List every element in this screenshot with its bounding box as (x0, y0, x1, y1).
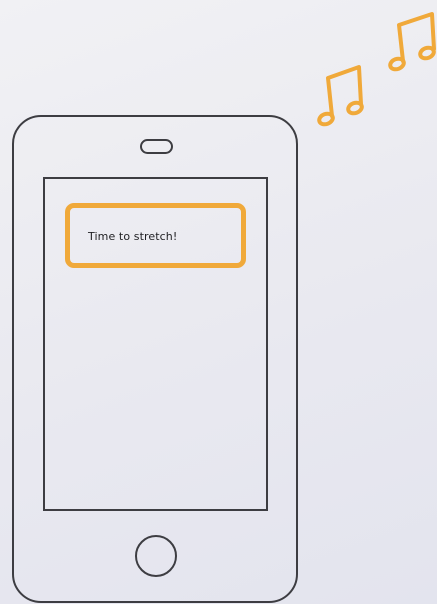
music-note-left-icon (317, 65, 364, 127)
music-note-right-icon (388, 12, 436, 72)
phone-body (12, 115, 298, 603)
music-notes-icon (317, 12, 436, 127)
illustration-scene: Time to stretch! (0, 0, 437, 604)
home-button-icon (135, 535, 177, 577)
phone-illustration (12, 12, 436, 603)
notification-message: Time to stretch! (88, 230, 178, 243)
speaker-slot-icon (140, 139, 173, 154)
notification-banner[interactable]: Time to stretch! (65, 203, 246, 268)
